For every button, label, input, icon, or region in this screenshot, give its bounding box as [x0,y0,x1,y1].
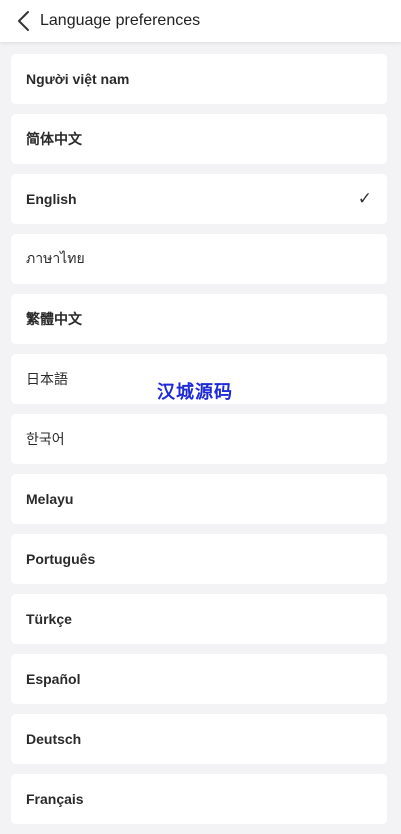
language-label: Português [26,551,96,567]
language-label: Deutsch [26,731,82,747]
language-label: 한국어 [26,431,65,447]
language-item-german[interactable]: Deutsch [11,714,387,764]
language-label: 简体中文 [26,131,82,147]
watermark-text: 汉城源码 [157,382,233,403]
language-item-spanish[interactable]: Español [11,654,387,704]
checkmark-icon: ✓ [357,189,372,208]
language-item-turkish[interactable]: Türkçe [11,594,387,644]
language-label: Français [26,791,84,807]
language-label: Español [26,671,81,687]
page-title: Language preferences [40,12,201,29]
language-item-french[interactable]: Français [11,774,387,824]
language-label: Melayu [26,491,74,507]
language-item-simplified-chinese[interactable]: 简体中文 [11,114,387,164]
language-item-malay[interactable]: Melayu [11,474,387,524]
language-item-vietnamese[interactable]: Người việt nam [11,54,387,104]
language-item-english[interactable]: English ✓ [11,174,387,224]
language-label: 繁體中文 [26,311,82,327]
language-label: ภาษาไทย [26,250,85,266]
chevron-left-icon [18,11,29,31]
language-item-portuguese[interactable]: Português [11,534,387,584]
language-item-traditional-chinese[interactable]: 繁體中文 [11,294,387,344]
language-item-korean[interactable]: 한국어 [11,414,387,464]
language-list: Người việt nam 简体中文 English ✓ ภาษาไทย 繁體… [11,54,387,834]
language-item-thai[interactable]: ภาษาไทย [11,234,387,284]
language-label: Người việt nam [26,71,130,87]
back-button[interactable] [6,0,40,42]
language-label: 日本語 [26,371,68,387]
language-label: Türkçe [26,611,72,627]
top-bar: Language preferences [0,0,401,42]
language-label: English [26,191,77,207]
